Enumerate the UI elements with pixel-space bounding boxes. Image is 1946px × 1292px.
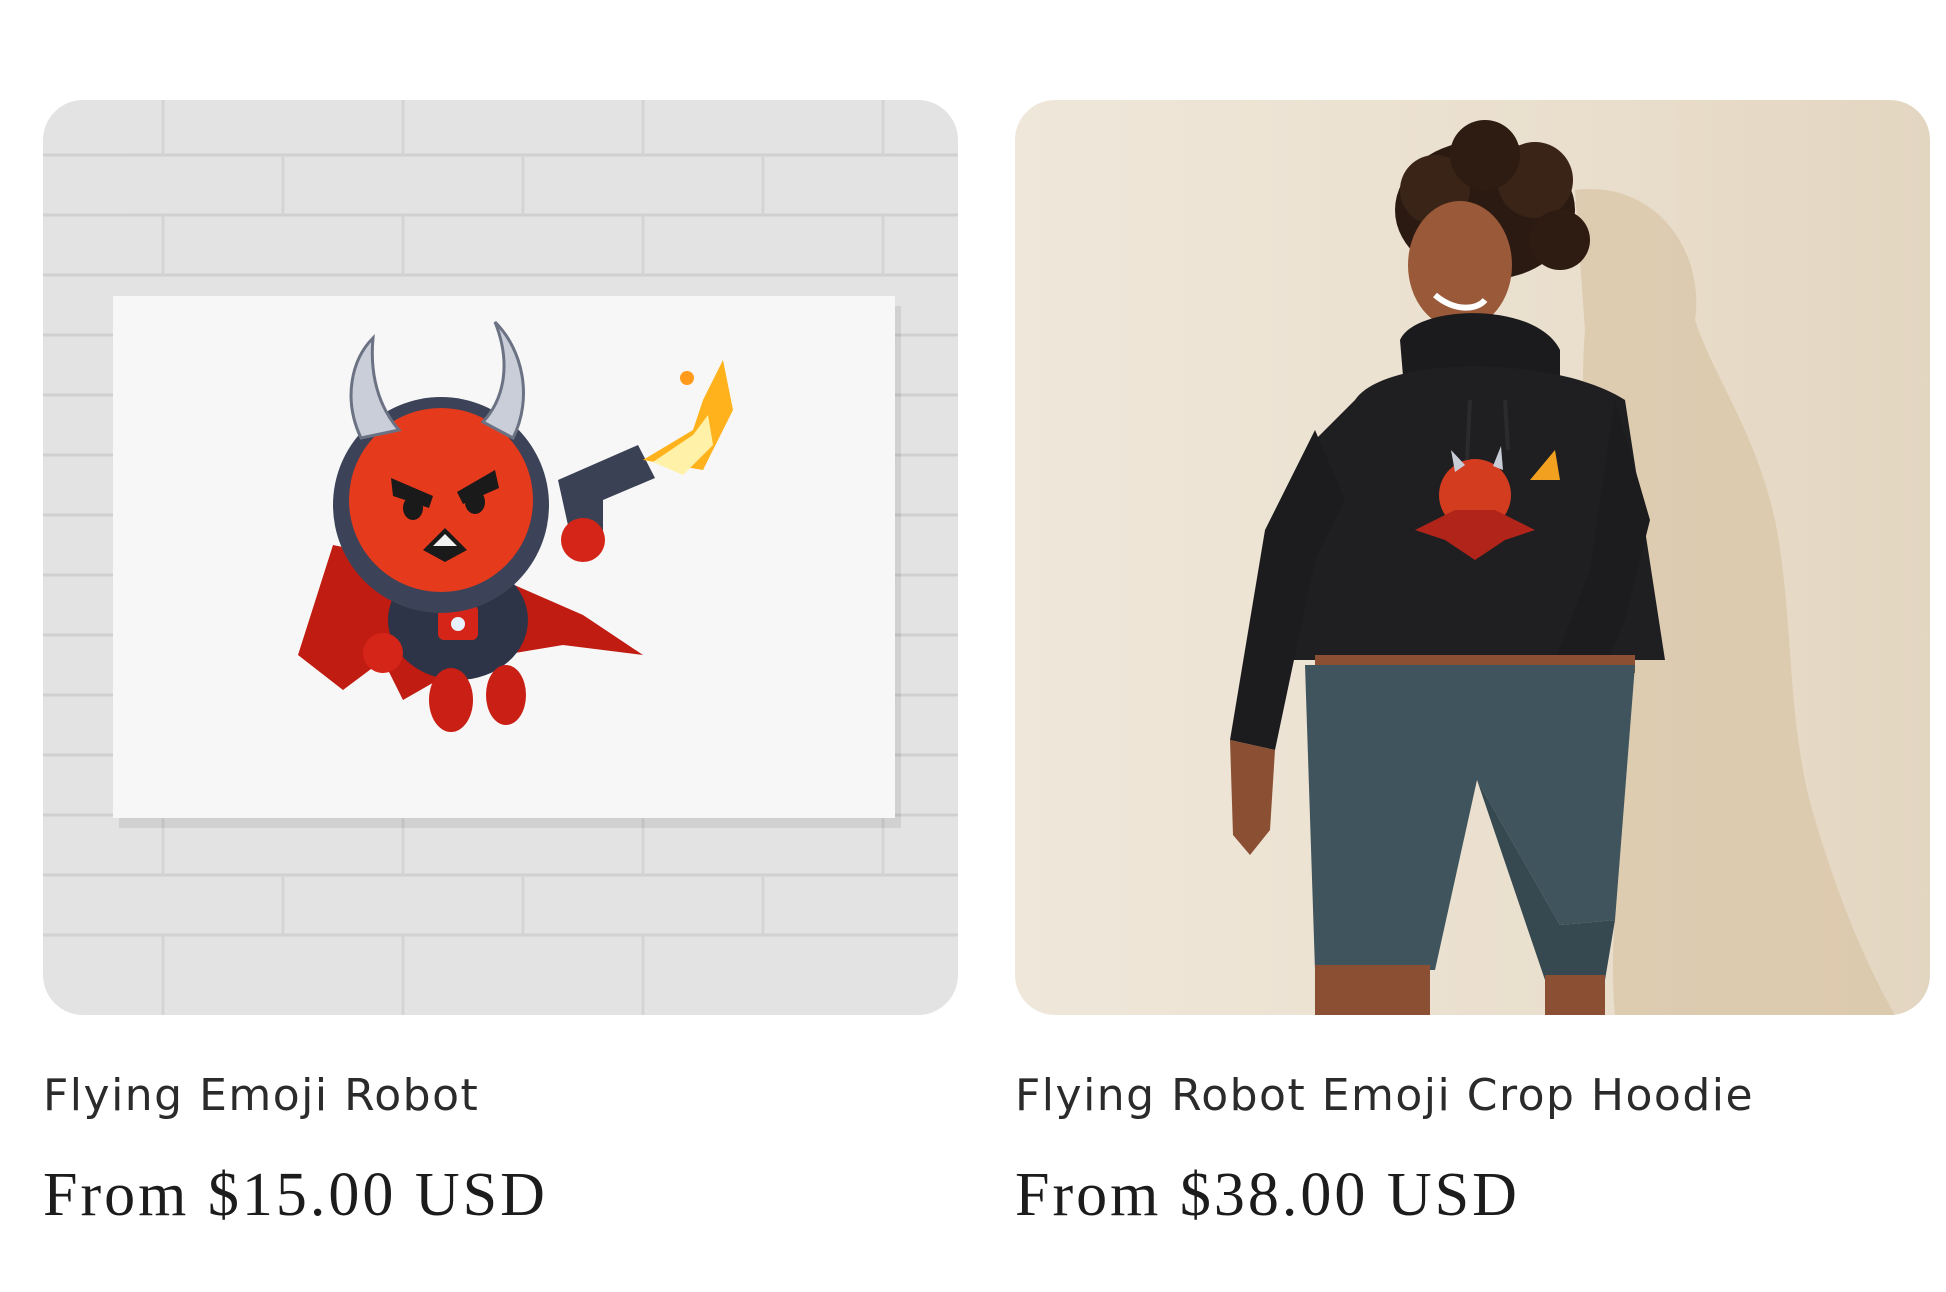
product-price: From $15.00 USD [43, 1160, 548, 1231]
product-title[interactable]: Flying Robot Emoji Crop Hoodie [1015, 1070, 1754, 1121]
hoodie-model-image [1015, 100, 1930, 1015]
product-grid: Flying Emoji Robot From $15.00 USD Flyin… [0, 0, 1946, 1292]
price-value: $15.00 USD [207, 1161, 548, 1229]
product-image-hoodie[interactable] [1015, 100, 1930, 1015]
product-price: From $38.00 USD [1015, 1160, 1520, 1231]
product-card-crop-hoodie[interactable]: Flying Robot Emoji Crop Hoodie From $38.… [1015, 100, 1930, 1229]
devil-robot-canvas-print-image [43, 100, 958, 1015]
price-value: $38.00 USD [1179, 1161, 1520, 1229]
product-image-canvas-print[interactable] [43, 100, 958, 1015]
product-card-flying-emoji-robot[interactable]: Flying Emoji Robot From $15.00 USD [43, 100, 958, 1229]
price-prefix: From [1015, 1161, 1162, 1229]
price-prefix: From [43, 1161, 190, 1229]
product-title[interactable]: Flying Emoji Robot [43, 1070, 479, 1121]
